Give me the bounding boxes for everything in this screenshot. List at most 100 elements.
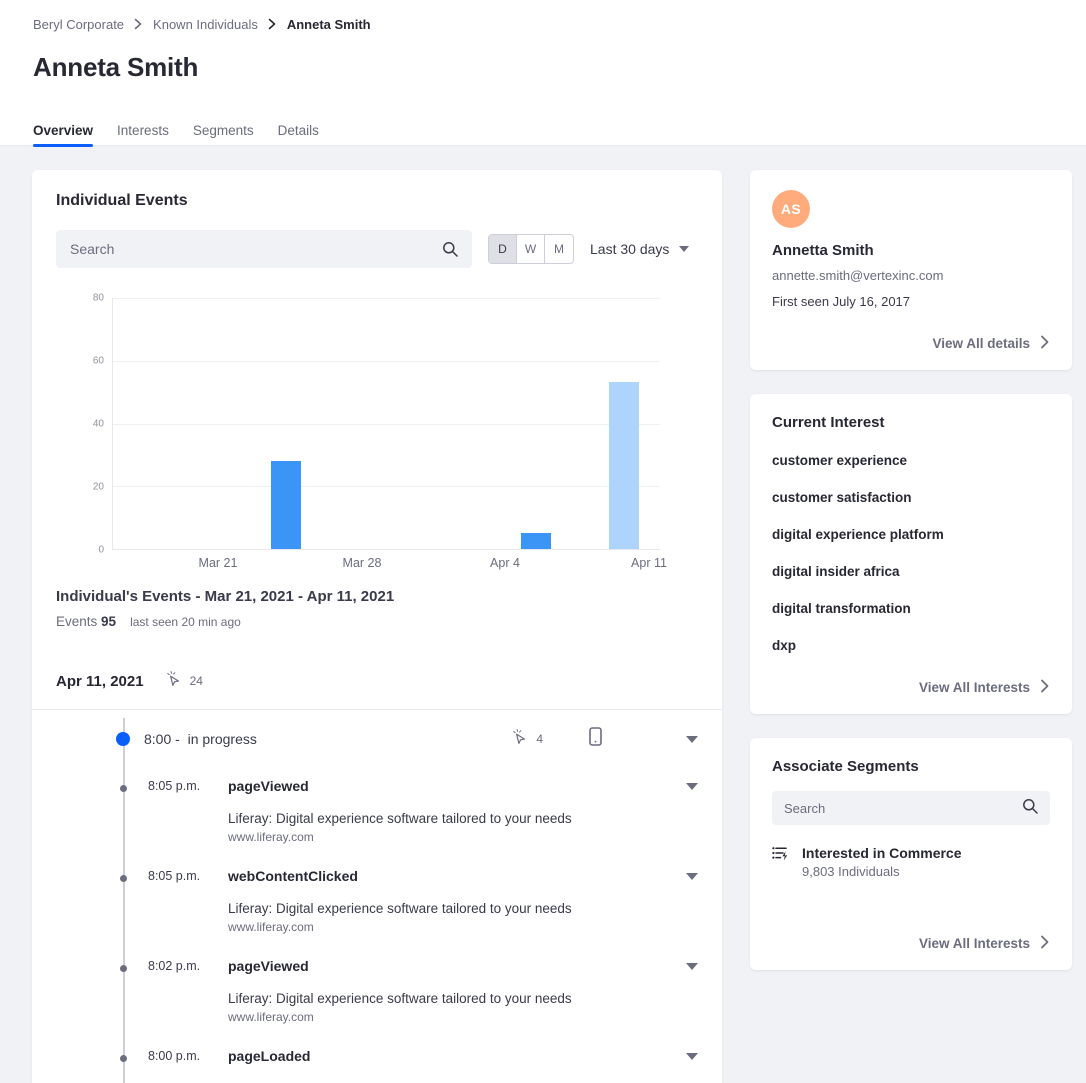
page-title: Anneta Smith bbox=[33, 52, 199, 82]
events-search-placeholder: Search bbox=[70, 241, 115, 257]
chart-y-axis: 80 60 40 20 0 bbox=[56, 293, 104, 556]
chevron-right-icon bbox=[134, 18, 143, 30]
segment-count: 9,803 Individuals bbox=[802, 864, 900, 879]
chevron-down-icon bbox=[679, 246, 690, 252]
event-marker-dot bbox=[120, 965, 127, 972]
chevron-right-icon bbox=[1040, 935, 1050, 952]
y-tick-80: 80 bbox=[92, 292, 104, 304]
interest-item[interactable]: digital insider africa bbox=[772, 564, 1050, 579]
granularity-week[interactable]: W bbox=[517, 235, 545, 263]
timeline-session-row[interactable]: 8:00 - in progress 4 bbox=[56, 710, 698, 768]
interest-item[interactable]: digital transformation bbox=[772, 601, 1050, 616]
timeline-event-row[interactable]: 8:00 p.m. pageLoaded Liferay: Digital ex… bbox=[56, 1038, 698, 1083]
page-header: Beryl Corporate Known Individuals Anneta… bbox=[0, 0, 1086, 147]
segment-text-block: Interested in Commerce 9,803 Individuals bbox=[802, 845, 962, 879]
segment-icon bbox=[772, 845, 790, 868]
timeline-event-row[interactable]: 8:05 p.m. webContentClicked Liferay: Dig… bbox=[56, 858, 698, 948]
events-controls: Search D W M Last 30 days bbox=[56, 230, 698, 268]
breadcrumb-item-0[interactable]: Beryl Corporate bbox=[33, 17, 124, 32]
events-label: Events bbox=[56, 614, 98, 629]
tab-overview[interactable]: Overview bbox=[33, 123, 105, 147]
timeline-event-row[interactable]: 8:02 p.m. pageViewed Liferay: Digital ex… bbox=[56, 948, 698, 1038]
interest-item[interactable]: customer experience bbox=[772, 453, 1050, 468]
events-search-input[interactable]: Search bbox=[56, 230, 472, 268]
chevron-right-icon bbox=[1040, 679, 1050, 696]
segment-name: Interested in Commerce bbox=[802, 845, 962, 861]
profile-card: AS Annetta Smith annette.smith@vertexinc… bbox=[750, 170, 1072, 370]
date-range-label: Last 30 days bbox=[590, 241, 670, 257]
event-timeline: 8:00 - in progress 4 8:05 p.m. pageViewe… bbox=[32, 709, 722, 1083]
event-time: 8:00 p.m. bbox=[148, 1049, 201, 1063]
x-tick-apr-11: Apr 11 bbox=[631, 556, 667, 570]
event-url: www.liferay.com bbox=[228, 920, 314, 934]
event-description: Liferay: Digital experience software tai… bbox=[228, 991, 572, 1006]
breadcrumb-item-1[interactable]: Known Individuals bbox=[153, 17, 258, 32]
event-expand-chevron[interactable] bbox=[686, 963, 698, 970]
session-marker-dot bbox=[116, 732, 130, 746]
events-bar-chart: 80 60 40 20 0 Mar 21 Mar 28 Apr 4 Apr 11 bbox=[56, 284, 698, 574]
date-range-selector[interactable]: Last 30 days bbox=[590, 241, 690, 257]
y-tick-20: 20 bbox=[92, 481, 104, 493]
profile-name: Annetta Smith bbox=[772, 242, 874, 259]
associate-segments-title: Associate Segments bbox=[772, 758, 919, 775]
tab-interests[interactable]: Interests bbox=[105, 123, 181, 147]
mobile-device-icon bbox=[589, 727, 602, 751]
tab-segments[interactable]: Segments bbox=[181, 123, 266, 147]
event-name: webContentClicked bbox=[228, 868, 358, 884]
chevron-right-icon bbox=[1040, 335, 1050, 352]
view-all-interests-link[interactable]: View All Interests bbox=[772, 679, 1050, 696]
event-time: 8:05 p.m. bbox=[148, 779, 201, 793]
avatar: AS bbox=[772, 190, 810, 228]
granularity-day[interactable]: D bbox=[489, 235, 517, 263]
main-column: Individual Events Search D W M Last 30 d… bbox=[32, 170, 722, 1083]
view-all-details-label: View All details bbox=[932, 336, 1030, 351]
bar-mar-25[interactable] bbox=[271, 461, 301, 549]
granularity-month[interactable]: M bbox=[545, 235, 573, 263]
segment-list-item[interactable]: Interested in Commerce 9,803 Individuals bbox=[772, 845, 1050, 879]
chevron-right-icon bbox=[268, 18, 277, 30]
profile-first-seen: First seen July 16, 2017 bbox=[772, 294, 911, 309]
event-expand-chevron[interactable] bbox=[686, 1053, 698, 1060]
event-time: 8:05 p.m. bbox=[148, 869, 201, 883]
event-marker-dot bbox=[120, 785, 127, 792]
gridline-20 bbox=[113, 486, 660, 488]
events-count: 95 bbox=[101, 614, 117, 629]
bar-apr-7[interactable] bbox=[521, 533, 551, 549]
view-all-segments-link[interactable]: View All Interests bbox=[772, 935, 1050, 952]
day-click-metric: 24 bbox=[166, 671, 203, 691]
segments-search-placeholder: Search bbox=[784, 800, 826, 816]
search-icon bbox=[442, 241, 458, 257]
x-tick-mar-21: Mar 21 bbox=[198, 556, 238, 570]
event-marker-dot bbox=[120, 1055, 127, 1062]
segments-search-input[interactable]: Search bbox=[772, 791, 1050, 825]
x-tick-apr-4: Apr 4 bbox=[490, 556, 520, 570]
cursor-click-icon bbox=[166, 671, 183, 691]
session-expand-chevron[interactable] bbox=[686, 735, 698, 743]
view-all-details-link[interactable]: View All details bbox=[772, 335, 1050, 352]
interest-item[interactable]: digital experience platform bbox=[772, 527, 1050, 542]
interest-item[interactable]: customer satisfaction bbox=[772, 490, 1050, 505]
y-tick-60: 60 bbox=[92, 355, 104, 367]
event-time: 8:02 p.m. bbox=[148, 959, 201, 973]
timeline-day-header: Apr 11, 2021 24 bbox=[56, 671, 698, 709]
bar-apr-11[interactable] bbox=[609, 382, 639, 549]
chart-plot-area bbox=[112, 298, 660, 550]
session-meta: 4 bbox=[512, 727, 698, 751]
timeline-event-row[interactable]: 8:05 p.m. pageViewed Liferay: Digital ex… bbox=[56, 768, 698, 858]
sidebar-column: AS Annetta Smith annette.smith@vertexinc… bbox=[750, 170, 1072, 994]
day-click-count: 24 bbox=[189, 674, 203, 688]
session-label: 8:00 - in progress bbox=[144, 731, 257, 747]
event-expand-chevron[interactable] bbox=[686, 873, 698, 880]
interest-item[interactable]: dxp bbox=[772, 638, 1050, 653]
events-summary-stats: Events 95 last seen 20 min ago bbox=[56, 614, 698, 629]
events-summary: Individual's Events - Mar 21, 2021 - Apr… bbox=[56, 588, 698, 629]
tab-details[interactable]: Details bbox=[266, 123, 331, 147]
current-interest-card: Current Interest customer experience cus… bbox=[750, 394, 1072, 714]
individual-detail-page: Beryl Corporate Known Individuals Anneta… bbox=[0, 0, 1086, 1083]
events-summary-title: Individual's Events - Mar 21, 2021 - Apr… bbox=[56, 588, 395, 605]
individual-events-card: Individual Events Search D W M Last 30 d… bbox=[32, 170, 722, 1083]
profile-email: annette.smith@vertexinc.com bbox=[772, 268, 944, 283]
breadcrumb-item-current: Anneta Smith bbox=[286, 16, 371, 32]
event-expand-chevron[interactable] bbox=[686, 783, 698, 790]
y-tick-40: 40 bbox=[92, 418, 104, 430]
